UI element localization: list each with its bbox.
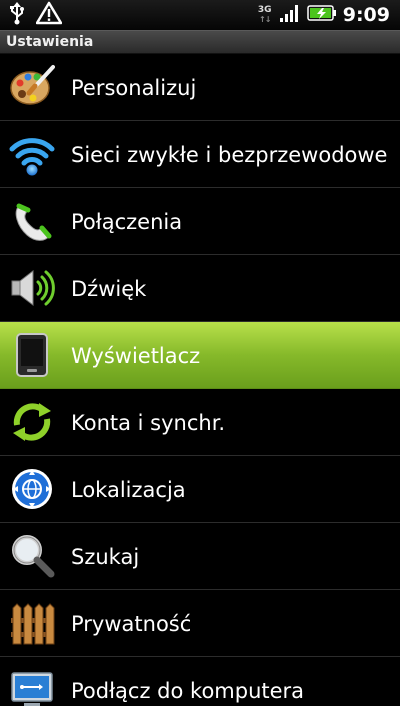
- settings-item-label: Lokalizacja: [71, 478, 186, 502]
- page-title: Ustawienia: [6, 34, 94, 50]
- speaker-icon: [9, 265, 55, 311]
- display-icon: [9, 332, 55, 378]
- phone-icon: [9, 198, 55, 244]
- network-type: 3G: [257, 5, 272, 15]
- settings-item-sound[interactable]: Dźwięk: [0, 255, 400, 322]
- settings-item-calls[interactable]: Połączenia: [0, 188, 400, 255]
- signal-icon: [279, 3, 301, 27]
- settings-item-location[interactable]: Lokalizacja: [0, 456, 400, 523]
- clock: 9:09: [342, 4, 390, 26]
- title-bar: Ustawienia: [0, 30, 400, 54]
- settings-item-label: Szukaj: [71, 545, 140, 569]
- settings-item-search[interactable]: Szukaj: [0, 523, 400, 590]
- usb-connect-icon: [9, 667, 55, 706]
- settings-item-label: Sieci zwykłe i bezprzewodowe: [71, 143, 388, 167]
- settings-item-accounts-sync[interactable]: Konta i synchr.: [0, 389, 400, 456]
- settings-item-connect-pc[interactable]: Podłącz do komputera: [0, 657, 400, 706]
- palette-icon: [9, 64, 55, 110]
- battery-charging-icon: [306, 4, 337, 26]
- settings-item-display[interactable]: Wyświetlacz: [0, 322, 400, 389]
- warning-icon: [35, 1, 63, 29]
- wifi-icon: [9, 131, 55, 177]
- settings-item-wireless[interactable]: Sieci zwykłe i bezprzewodowe: [0, 121, 400, 188]
- sync-icon: [9, 399, 55, 445]
- settings-item-personalize[interactable]: Personalizuj: [0, 54, 400, 121]
- settings-item-label: Podłącz do komputera: [71, 679, 305, 703]
- settings-item-label: Połączenia: [71, 210, 183, 234]
- settings-item-label: Prywatność: [71, 612, 192, 636]
- settings-list: Personalizuj Sieci zwykłe i bezprzewodow…: [0, 54, 400, 706]
- status-bar: 3G ↑↓ 9:09: [0, 0, 400, 30]
- settings-item-privacy[interactable]: Prywatność: [0, 590, 400, 657]
- settings-item-label: Personalizuj: [71, 76, 197, 100]
- settings-item-label: Wyświetlacz: [71, 344, 201, 368]
- network-3g-icon: 3G ↑↓: [257, 5, 272, 25]
- fence-icon: [9, 600, 55, 646]
- search-icon: [9, 533, 55, 579]
- settings-item-label: Dźwięk: [71, 277, 147, 301]
- usb-icon: [8, 1, 26, 29]
- location-icon: [9, 466, 55, 512]
- settings-item-label: Konta i synchr.: [71, 411, 226, 435]
